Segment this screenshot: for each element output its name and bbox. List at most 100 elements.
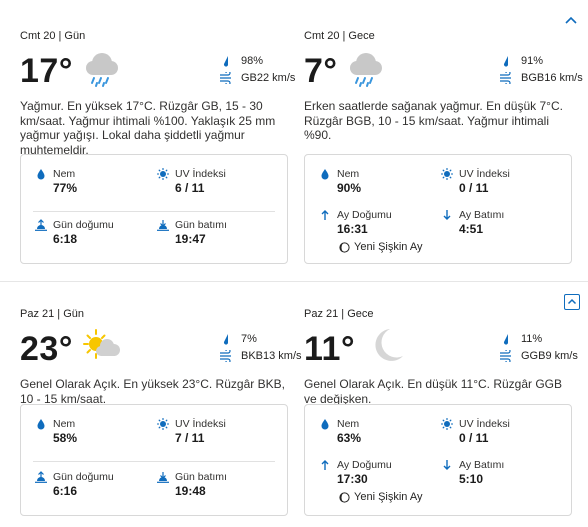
wind-icon <box>497 349 515 362</box>
humidity-value: 58% <box>53 431 78 445</box>
humidity-label: Nem <box>337 418 360 430</box>
precip-value: 98% <box>241 54 264 67</box>
forecast-day-2: Paz 21 | Gün 23° 7% BKB13 km/s Genel Ola… <box>0 282 588 527</box>
wind-icon <box>217 349 235 362</box>
wind-value: GGB9 km/s <box>521 349 578 362</box>
uv-value: 6 / 11 <box>175 181 205 195</box>
uv-label: UV İndeksi <box>175 418 226 430</box>
moonset-value: 5:10 <box>459 472 484 486</box>
sunrise-icon <box>35 219 47 231</box>
humidity-drop-icon <box>319 168 331 180</box>
wind-icon <box>497 71 515 84</box>
sunrise-value: 6:16 <box>53 484 78 498</box>
uv-label: UV İndeksi <box>459 168 510 180</box>
uv-label: UV İndeksi <box>175 168 226 180</box>
uv-value: 0 / 11 <box>459 431 489 445</box>
humidity-drop-icon <box>319 418 331 430</box>
period-day: Paz 21 | Gün 23° 7% BKB13 km/s Genel Ola… <box>20 308 305 406</box>
sunrise-icon <box>35 471 47 483</box>
precip-value: 91% <box>521 54 544 67</box>
sunrise-value: 6:18 <box>53 232 78 246</box>
collapse-chevron-icon[interactable] <box>564 14 578 28</box>
sunrise-label: Gün doğumu <box>53 471 114 483</box>
moonset-arrow-icon <box>441 459 453 471</box>
partly-sunny-icon <box>80 324 124 368</box>
precip-row: 91% <box>497 52 583 69</box>
raindrop-icon <box>217 333 235 345</box>
sun-uv-icon <box>441 168 453 180</box>
moon-phase-icon <box>339 241 350 253</box>
humidity-drop-icon <box>35 168 47 180</box>
wind-row: BKB13 km/s <box>217 347 302 364</box>
humidity-value: 63% <box>337 431 362 445</box>
period-header: Paz 21 | Gece <box>304 308 374 320</box>
uv-value: 0 / 11 <box>459 181 489 195</box>
humidity-value: 77% <box>53 181 78 195</box>
period-description: Erken saatlerde sağanak yağmur. En düşük… <box>304 99 563 142</box>
clear-night-moon-icon <box>364 324 408 368</box>
raindrop-icon <box>497 55 515 67</box>
sunset-label: Gün batımı <box>175 219 227 231</box>
temperature: 23° <box>20 330 73 368</box>
temperature: 17° <box>20 52 73 90</box>
moonset-label: Ay Batımı <box>459 459 505 471</box>
wind-value: GB22 km/s <box>241 71 296 84</box>
wind-row: GGB9 km/s <box>497 347 578 364</box>
moonrise-arrow-icon <box>319 459 331 471</box>
wind-row: GB22 km/s <box>217 69 295 86</box>
moonrise-label: Ay Doğumu <box>337 209 392 221</box>
moonrise-value: 17:30 <box>337 472 368 486</box>
precip-row: 98% <box>217 52 295 69</box>
humidity-label: Nem <box>337 168 360 180</box>
moonrise-label: Ay Doğumu <box>337 459 392 471</box>
period-header: Paz 21 | Gün <box>20 308 85 320</box>
sun-uv-icon <box>157 418 169 430</box>
rain-cloud-icon <box>80 46 124 90</box>
period-night: Paz 21 | Gece 11° 11% GGB9 km/s Genel Ol… <box>304 308 588 406</box>
wind-icon <box>217 71 235 84</box>
precip-value: 7% <box>241 332 257 345</box>
moonrise-arrow-icon <box>319 209 331 221</box>
precip-value: 11% <box>521 332 543 345</box>
period-night: Cmt 20 | Gece 7° 91% BGB16 km/s Erken sa… <box>304 30 588 143</box>
period-header: Cmt 20 | Gece <box>304 30 375 42</box>
humidity-drop-icon <box>35 418 47 430</box>
uv-label: UV İndeksi <box>459 418 510 430</box>
details-card: Nem 63% UV İndeksi 0 / 11 Ay Doğumu 17:3… <box>304 404 572 516</box>
forecast-day-1: Cmt 20 | Gün 17° 98% GB22 km/s Yağmur. E… <box>0 0 588 280</box>
moon-phase-icon <box>339 491 350 503</box>
sun-uv-icon <box>441 418 453 430</box>
moon-phase-label: Yeni Şişkin Ay <box>354 491 423 503</box>
moonset-value: 4:51 <box>459 222 484 236</box>
moon-phase-label: Yeni Şişkin Ay <box>354 241 423 253</box>
moon-phase: Yeni Şişkin Ay <box>339 241 423 253</box>
moon-phase: Yeni Şişkin Ay <box>339 491 423 503</box>
uv-value: 7 / 11 <box>175 431 205 445</box>
period-description: Genel Olarak Açık. En yüksek 23°C. Rüzgâ… <box>20 377 285 406</box>
rain-cloud-icon <box>344 46 388 90</box>
details-card: Nem 90% UV İndeksi 0 / 11 Ay Doğumu 16:3… <box>304 154 572 264</box>
divider <box>33 211 275 212</box>
sunset-label: Gün batımı <box>175 471 227 483</box>
wind-value: BGB16 km/s <box>521 71 583 84</box>
period-description: Genel Olarak Açık. En düşük 11°C. Rüzgâr… <box>304 377 563 406</box>
precip-row: 7% <box>217 330 302 347</box>
sunset-value: 19:47 <box>175 232 206 246</box>
sunset-value: 19:48 <box>175 484 206 498</box>
wind-row: BGB16 km/s <box>497 69 583 86</box>
details-card: Nem 77% UV İndeksi 6 / 11 Gün doğumu 6:1… <box>20 154 288 264</box>
moonset-arrow-icon <box>441 209 453 221</box>
humidity-label: Nem <box>53 168 76 180</box>
period-header: Cmt 20 | Gün <box>20 30 86 42</box>
sunset-icon <box>157 219 169 231</box>
sunrise-label: Gün doğumu <box>53 219 114 231</box>
period-description: Yağmur. En yüksek 17°C. Rüzgâr GB, 15 - … <box>20 99 276 157</box>
precip-row: 11% <box>497 330 578 347</box>
humidity-value: 90% <box>337 181 362 195</box>
moonrise-value: 16:31 <box>337 222 368 236</box>
period-day: Cmt 20 | Gün 17° 98% GB22 km/s Yağmur. E… <box>20 30 305 157</box>
raindrop-icon <box>497 333 515 345</box>
sunset-icon <box>157 471 169 483</box>
wind-value: BKB13 km/s <box>241 349 302 362</box>
moonset-label: Ay Batımı <box>459 209 505 221</box>
